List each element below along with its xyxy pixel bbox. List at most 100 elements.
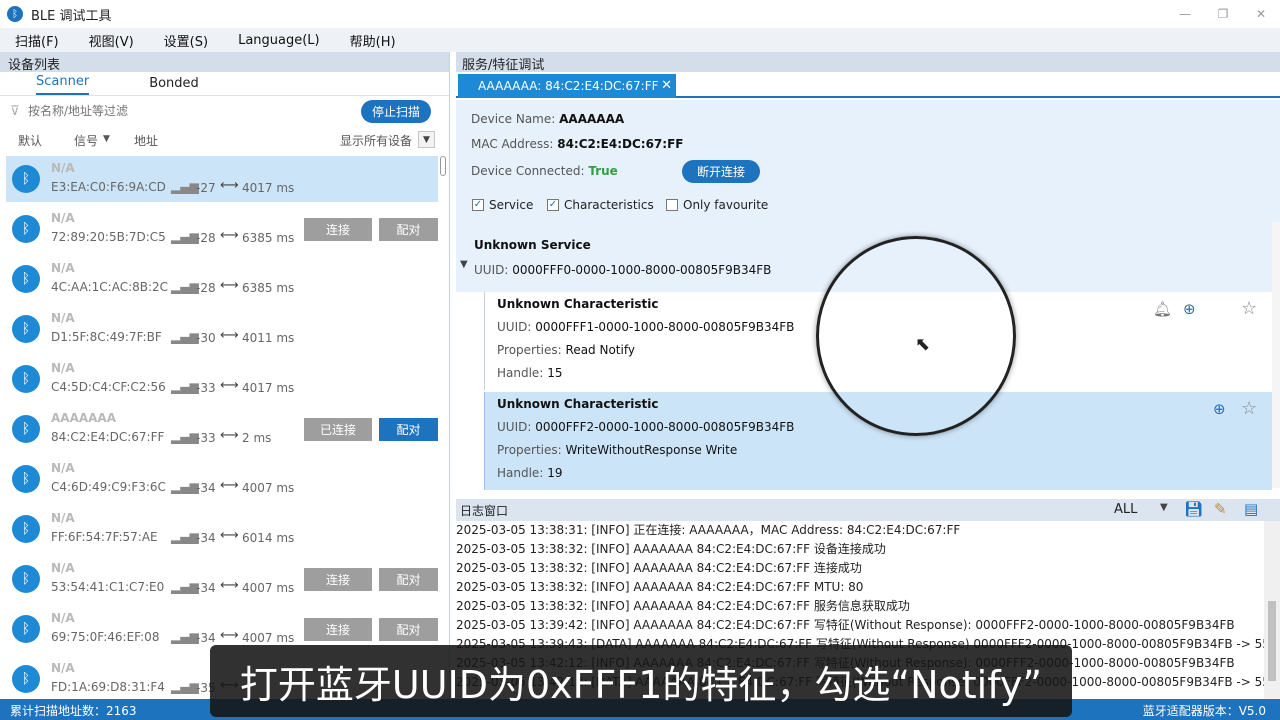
- device-name: N/A: [51, 261, 75, 275]
- signal-icon: ▂▄▆: [171, 630, 199, 644]
- characteristics-checkbox[interactable]: ✓ Characteristics: [547, 198, 654, 212]
- menu-view[interactable]: 视图(V): [74, 31, 149, 50]
- sort-address[interactable]: 地址: [134, 132, 158, 149]
- interval-icon: ⟷: [220, 228, 239, 243]
- document-icon[interactable]: ▤: [1244, 500, 1258, 518]
- save-icon[interactable]: 💾︎: [1184, 500, 1203, 518]
- maximize-icon[interactable]: ❐: [1204, 0, 1242, 28]
- upload-icon[interactable]: ⊕: [1213, 400, 1226, 418]
- menu-language[interactable]: Language(L): [223, 33, 335, 48]
- log-title: 日志窗口: [460, 504, 509, 518]
- device-rssi: -34: [196, 631, 216, 645]
- interval-icon: ⟷: [220, 178, 239, 193]
- device-name: N/A: [51, 311, 75, 325]
- device-mac: D1:5F:8C:49:7F:BF: [51, 330, 162, 344]
- connect-button[interactable]: 连接: [304, 218, 372, 241]
- title-bar: ᛒ BLE 调试工具 — ❐ ✕: [0, 0, 1280, 28]
- pair-button[interactable]: 配对: [379, 218, 438, 241]
- device-interval: 6014 ms: [242, 531, 295, 545]
- connect-button[interactable]: 连接: [304, 618, 372, 641]
- sort-signal[interactable]: 信号: [74, 132, 98, 149]
- device-row[interactable]: ᛒ N/A C4:6D:49:C9:F3:6C ▂▄▆ -34 ⟷ 4007 ms: [6, 456, 438, 502]
- stop-scan-button[interactable]: 停止扫描: [361, 100, 431, 123]
- menu-scan[interactable]: 扫描(F): [0, 31, 74, 50]
- tab-scanner[interactable]: Scanner: [36, 74, 90, 95]
- close-tab-icon[interactable]: ✕: [661, 78, 672, 93]
- device-name: N/A: [51, 611, 75, 625]
- download-icon[interactable]: ⊕: [1183, 300, 1196, 318]
- signal-icon: ▂▄▆: [171, 180, 199, 194]
- log-line: 2025-03-05 13:38:32: [INFO] AAAAAAA 84:C…: [456, 542, 886, 556]
- device-row[interactable]: ᛒ N/A FF:6F:54:7F:57:AE ▂▄▆ -34 ⟷ 6014 ms: [6, 506, 438, 552]
- device-row[interactable]: ᛒ N/A C4:5D:C4:CF:C2:56 ▂▄▆ -33 ⟷ 4017 ms: [6, 356, 438, 402]
- device-row[interactable]: ᛒ N/A 72:89:20:5B:7D:C5 ▂▄▆ -28 ⟷ 6385 ms 连接 配对: [6, 206, 438, 252]
- minimize-icon[interactable]: —: [1166, 0, 1204, 28]
- log-line: 2025-03-05 13:38:32: [INFO] AAAAAAA 84:C…: [456, 599, 910, 613]
- show-all-select[interactable]: 显示所有设备: [340, 132, 412, 149]
- device-row[interactable]: ᛒ N/A D1:5F:8C:49:7F:BF ▂▄▆ -30 ⟷ 4011 ms: [6, 306, 438, 352]
- device-row[interactable]: ᛒ AAAAAAA 84:C2:E4:DC:67:FF ▂▄▆ -33 ⟷ 2 ms 已连接配…: [6, 406, 438, 452]
- device-rssi: -28: [196, 281, 216, 295]
- device-list: ᛒ N/A E3:EA:C0:F6:9A:CD ▂▄▆ -27 ⟷ 4017 ms ᛒ N/A 7…: [0, 154, 450, 699]
- log-line: 2025-03-05 13:39:42: [INFO] AAAAAAA 84:C…: [456, 618, 1235, 632]
- connected-value: True: [588, 164, 618, 178]
- signal-icon: ▂▄▆: [171, 380, 199, 394]
- pair-button[interactable]: 配对: [379, 418, 438, 441]
- check-icon: ✓: [472, 199, 484, 211]
- signal-icon: ▂▄▆: [171, 680, 199, 694]
- star-icon[interactable]: ☆: [1241, 398, 1257, 419]
- bluetooth-icon: ᛒ: [12, 565, 40, 593]
- device-row[interactable]: ᛒ N/A E3:EA:C0:F6:9A:CD ▂▄▆ -27 ⟷ 4017 ms: [6, 156, 438, 202]
- device-mac: 53:54:41:C1:C7:E0: [51, 580, 165, 594]
- device-mac: 72:89:20:5B:7D:C5: [51, 230, 166, 244]
- signal-icon: ▂▄▆: [171, 480, 199, 494]
- pair-button[interactable]: 配对: [379, 568, 438, 591]
- filter-input[interactable]: [28, 104, 278, 118]
- device-mac: E3:EA:C0:F6:9A:CD: [51, 180, 166, 194]
- device-rssi: -27: [196, 181, 216, 195]
- mac-value: 84:C2:E4:DC:67:FF: [557, 137, 684, 151]
- scrollbar[interactable]: [440, 154, 447, 699]
- menu-help[interactable]: 帮助(H): [335, 31, 411, 50]
- device-row[interactable]: ᛒ N/A 53:54:41:C1:C7:E0 ▂▄▆ -34 ⟷ 4007 ms 连接 配对: [6, 556, 438, 602]
- only-favourite-checkbox[interactable]: Only favourite: [666, 198, 768, 212]
- device-interval: 4007 ms: [242, 631, 295, 645]
- star-icon[interactable]: ☆: [1241, 298, 1257, 319]
- log-filter-select[interactable]: ALL: [1114, 502, 1137, 517]
- scrollbar[interactable]: [1272, 222, 1280, 488]
- device-row[interactable]: ᛒ N/A 4C:AA:1C:AC:8B:2C ▂▄▆ -28 ⟷ 6385 ms: [6, 256, 438, 302]
- signal-icon: ▂▄▆: [171, 230, 199, 244]
- interval-icon: ⟷: [220, 428, 239, 443]
- characteristic-handle: 19: [547, 466, 563, 480]
- signal-icon: ▂▄▆: [171, 280, 199, 294]
- collapse-icon[interactable]: ▼: [460, 259, 468, 270]
- bell-icon[interactable]: 🔔︎: [1153, 300, 1172, 318]
- sort-default[interactable]: 默认: [18, 132, 42, 149]
- service-uuid-label: UUID:: [474, 263, 509, 277]
- chevron-down-icon[interactable]: ▼: [1160, 502, 1168, 513]
- service-checkbox[interactable]: ✓ Service: [472, 198, 533, 212]
- bluetooth-icon: ᛒ: [12, 515, 40, 543]
- adapter-version: 蓝牙适配器版本：V5.0: [1142, 704, 1266, 718]
- connect-button[interactable]: 连接: [304, 568, 372, 591]
- scrollbar[interactable]: [1264, 521, 1280, 699]
- connect-button[interactable]: 已连接: [304, 418, 372, 441]
- device-name: N/A: [51, 461, 75, 475]
- bluetooth-icon: ᛒ: [12, 415, 40, 443]
- tab-bonded[interactable]: Bonded: [149, 76, 199, 95]
- device-mac: 69:75:0F:46:EF:08: [51, 630, 160, 644]
- close-icon[interactable]: ✕: [1242, 0, 1280, 28]
- device-tab[interactable]: AAAAAAA: 84:C2:E4:DC:67:FF ✕: [458, 74, 676, 98]
- edit-icon[interactable]: ✎: [1214, 500, 1227, 518]
- device-name: AAAAAAA: [559, 112, 625, 126]
- window-title: BLE 调试工具: [31, 8, 112, 24]
- disconnect-button[interactable]: 断开连接: [682, 160, 760, 183]
- pair-button[interactable]: 配对: [379, 618, 438, 641]
- bluetooth-icon: ᛒ: [12, 365, 40, 393]
- characteristic-uuid: 0000FFF1-0000-1000-8000-00805F9B34FB: [535, 320, 795, 334]
- device-rssi: -30: [196, 331, 216, 345]
- menu-settings[interactable]: 设置(S): [149, 31, 223, 50]
- device-mac: 4C:AA:1C:AC:8B:2C: [51, 280, 169, 294]
- chevron-down-icon[interactable]: ▼: [418, 131, 435, 148]
- menu-bar: 扫描(F) 视图(V) 设置(S) Language(L) 帮助(H): [0, 28, 1280, 52]
